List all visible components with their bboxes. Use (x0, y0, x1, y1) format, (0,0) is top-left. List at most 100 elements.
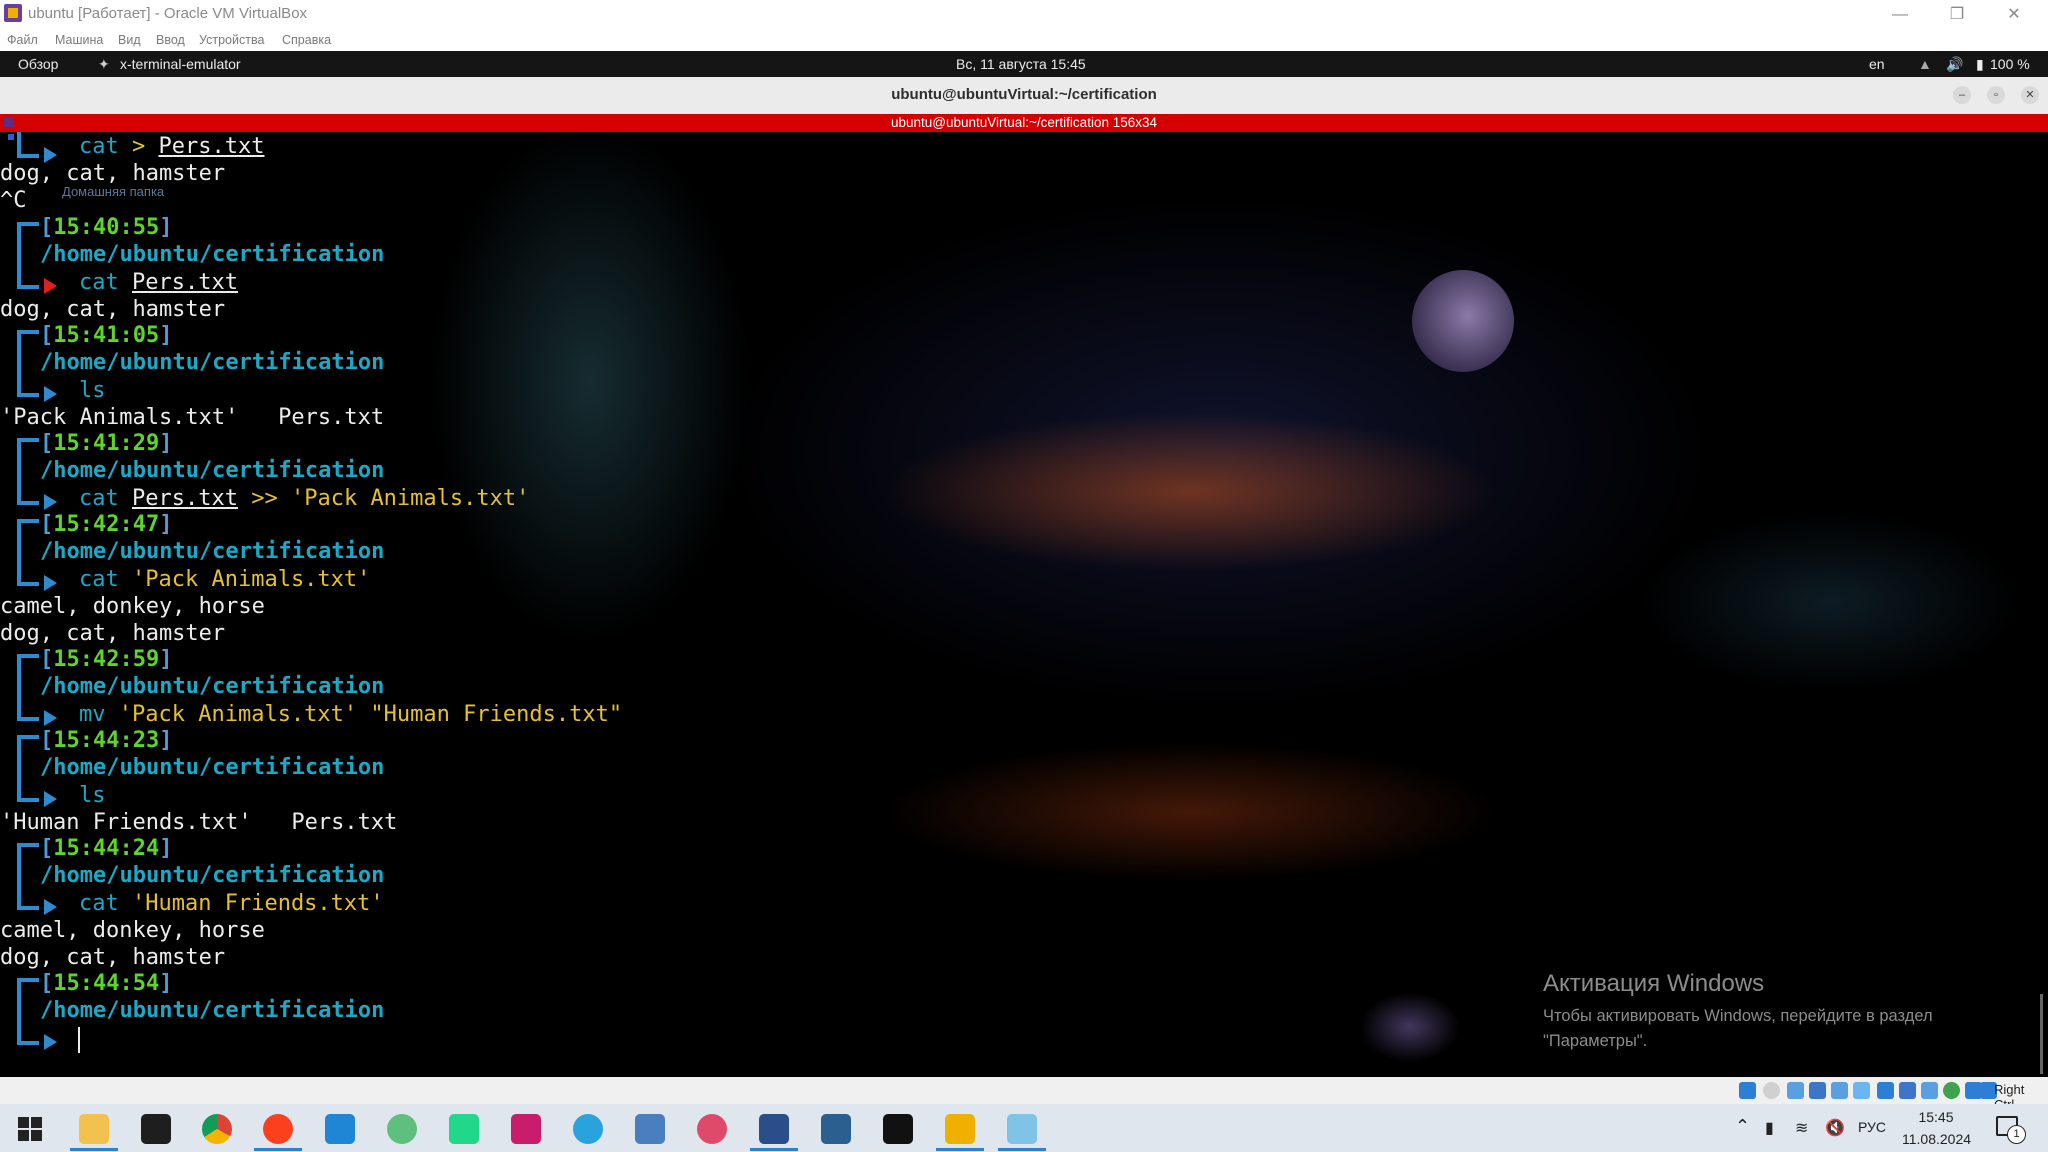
prompt-bracket (17, 330, 39, 334)
chevron-up-icon[interactable]: ⌃ (1735, 1116, 1750, 1137)
taskbar-snipping[interactable] (686, 1110, 738, 1148)
terminal-close-button[interactable]: ✕ (2021, 86, 2039, 104)
terminal-minimize-button[interactable]: – (1953, 86, 1971, 104)
system-clock[interactable]: 15:45 11.08.2024 (1902, 1106, 1971, 1150)
recording-icon[interactable] (1899, 1082, 1916, 1099)
scrollbar[interactable] (2040, 994, 2043, 1074)
activation-line-2: "Параметры". (1543, 1032, 1648, 1050)
command-line: ls (79, 783, 106, 808)
terminal-maximize-button[interactable]: ▫ (1987, 86, 2005, 104)
taskbar-notes[interactable] (996, 1110, 1048, 1151)
terminal-title: ubuntu@ubuntuVirtual:~/certification (891, 86, 1157, 103)
taskbar-calculator[interactable] (624, 1110, 676, 1148)
wifi-icon[interactable]: ≋ (1795, 1118, 1808, 1138)
timestamp: [15:42:47] (40, 512, 173, 537)
taskbar-mysql-2[interactable] (872, 1110, 924, 1148)
cpu-icon[interactable] (1943, 1082, 1960, 1099)
prompt-bracket (17, 978, 39, 982)
taskbar-atom[interactable] (376, 1110, 428, 1148)
prompt-bracket (17, 132, 21, 156)
folder-icon (79, 1114, 109, 1144)
activities-button[interactable]: Обзор (18, 56, 58, 72)
taskbar-pycharm[interactable] (438, 1110, 490, 1148)
notification-badge: 1 (2007, 1125, 2026, 1144)
command-line: cat Pers.txt (79, 270, 238, 295)
keyboard-layout[interactable]: en (1869, 56, 1885, 72)
taskbar-virtualbox[interactable] (934, 1110, 986, 1151)
network-icon[interactable]: ▲ (1918, 56, 1932, 72)
volume-icon[interactable]: 🔊 (1946, 56, 1963, 73)
battery-icon[interactable]: ▮ (1765, 1118, 1774, 1138)
clock-time: 15:45 (1918, 1109, 1954, 1125)
network-adapter-icon[interactable] (1809, 1082, 1826, 1099)
audio-icon[interactable] (1787, 1082, 1804, 1099)
output-line: camel, donkey, horse (0, 918, 265, 943)
timestamp: [15:40:55] (40, 215, 173, 240)
command-line: cat > Pers.txt (79, 134, 265, 159)
shared-folders-icon[interactable] (1853, 1082, 1870, 1099)
prompt-bracket (17, 980, 21, 1044)
taskbar-telegram[interactable] (562, 1110, 614, 1148)
windows-logo-icon (18, 1117, 42, 1141)
battery-percent: 100 % (1990, 56, 2030, 72)
cwd-path: /home/ubuntu/certification (40, 350, 385, 375)
menu-machine[interactable]: Машина (55, 33, 103, 47)
chrome-icon (202, 1114, 232, 1144)
menu-help[interactable]: Справка (282, 33, 331, 47)
prompt-bracket (17, 582, 39, 586)
taskbar-vscode[interactable] (314, 1110, 366, 1148)
prompt-bracket (17, 393, 39, 397)
close-button[interactable]: ✕ (1992, 2, 2036, 28)
virtualbox-statusbar: Right Ctrl (0, 1077, 2048, 1112)
output-line: dog, cat, hamster (0, 945, 226, 970)
virtualbox-menubar: Файл Машина Вид Ввод Устройства Справка (0, 30, 2048, 51)
restore-button[interactable]: ❐ (1935, 2, 1979, 28)
prompt-bracket (17, 656, 21, 720)
speaker-muted-icon[interactable]: 🔇 (1825, 1118, 1845, 1138)
snipping-tool-icon (697, 1114, 727, 1144)
clock[interactable]: Вс, 11 августа 15:45 (956, 56, 1086, 72)
mysql-workbench-icon (821, 1114, 851, 1144)
timestamp: [15:44:24] (40, 836, 173, 861)
terminator-title: ubuntu@ubuntuVirtual:~/certification 156… (890, 115, 1157, 130)
vt-x-icon[interactable] (1921, 1082, 1938, 1099)
virtualbox-icon (945, 1114, 975, 1144)
taskbar-file-explorer[interactable] (68, 1110, 120, 1151)
menu-devices[interactable]: Устройства (199, 33, 264, 47)
taskbar-terminal[interactable] (130, 1110, 182, 1148)
prompt-arrow-icon (44, 899, 57, 915)
pycharm-icon (449, 1114, 479, 1144)
taskbar-mysql-1[interactable] (810, 1110, 862, 1148)
menu-file[interactable]: Файл (7, 33, 38, 47)
taskbar-virtualbox-3d[interactable] (748, 1110, 800, 1151)
terminal-content[interactable]: Домашняя папка cat > Pers.txt dog, cat, … (0, 132, 2048, 1077)
taskbar-yandex[interactable] (252, 1110, 304, 1151)
app-icon: ✦ (98, 56, 110, 72)
prompt-bracket (17, 438, 39, 442)
command-line: mv 'Pack Animals.txt' "Human Friends.txt… (79, 702, 623, 727)
battery-icon[interactable]: ▮ (1976, 56, 1984, 73)
hdd-icon[interactable] (1739, 1082, 1756, 1099)
optical-drive-icon[interactable] (1763, 1082, 1780, 1099)
prompt-bracket (17, 501, 39, 505)
virtualbox-icon (4, 4, 22, 22)
app-menu[interactable]: x-terminal-emulator (120, 56, 241, 72)
menu-input[interactable]: Ввод (156, 33, 185, 47)
taskbar-chrome[interactable] (191, 1110, 243, 1148)
start-button[interactable] (4, 1110, 56, 1148)
atom-icon (387, 1114, 417, 1144)
cwd-path: /home/ubuntu/certification (40, 755, 385, 780)
menu-view[interactable]: Вид (118, 33, 141, 47)
command-line: cat 'Pack Animals.txt' (79, 567, 371, 592)
yandex-icon (263, 1114, 293, 1144)
usb-icon[interactable] (1831, 1082, 1848, 1099)
command-line: cat Pers.txt >> 'Pack Animals.txt' (79, 486, 530, 511)
prompt-bracket (17, 735, 39, 739)
output-line: dog, cat, hamster (0, 297, 226, 322)
notification-center-button[interactable]: 1 (1996, 1114, 2026, 1144)
prompt-bracket (17, 224, 21, 288)
minimize-button[interactable]: — (1878, 2, 1922, 28)
input-language[interactable]: РУС (1858, 1119, 1886, 1135)
display-icon[interactable] (1877, 1082, 1894, 1099)
taskbar-intellij[interactable] (500, 1110, 552, 1148)
